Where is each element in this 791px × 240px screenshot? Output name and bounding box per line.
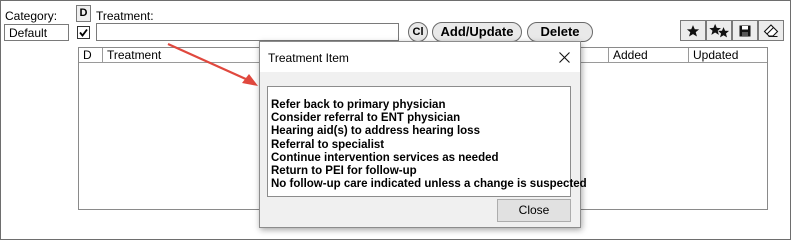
- close-button[interactable]: Close: [497, 199, 571, 222]
- dialog-close-button[interactable]: [552, 46, 576, 68]
- list-item[interactable]: Consider referral to ENT physician: [271, 112, 570, 125]
- close-icon: [558, 51, 570, 63]
- list-item[interactable]: Refer back to primary physician: [271, 99, 570, 112]
- list-item[interactable]: No follow-up care indicated unless a cha…: [271, 178, 587, 191]
- list-item[interactable]: Continue intervention services as needed: [271, 152, 570, 165]
- list-item[interactable]: Return to PEI for follow-up: [271, 165, 570, 178]
- treatment-item-dialog: Treatment Item Refer back to primary phy…: [259, 41, 587, 228]
- list-item[interactable]: Hearing aid(s) to address hearing loss: [271, 125, 570, 138]
- list-item[interactable]: Referral to specialist: [271, 139, 570, 152]
- treatment-item-list[interactable]: Refer back to primary physician Consider…: [267, 86, 587, 197]
- dialog-title: Treatment Item: [268, 51, 349, 65]
